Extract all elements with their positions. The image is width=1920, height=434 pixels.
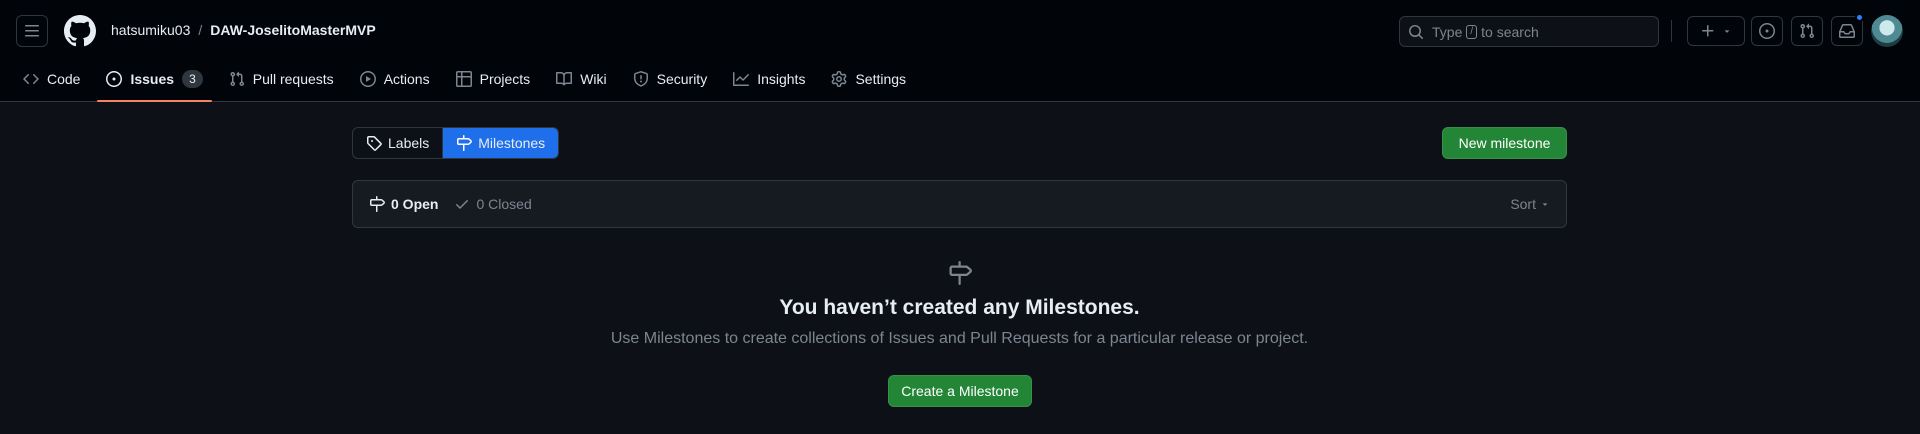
shield-icon [633,71,648,87]
closed-filter[interactable]: 0 Closed [454,196,532,212]
search-suffix: to search [1481,23,1539,40]
tab-security[interactable]: Security [624,62,717,96]
git-pull-request-icon [230,71,244,87]
tab-label: Code [47,71,81,87]
open-filter[interactable]: 0 Open [369,196,438,212]
plus-icon [1702,25,1714,37]
tab-projects[interactable]: Projects [447,62,540,96]
create-milestone-button[interactable]: Create a Milestone [888,375,1032,407]
header-divider [1671,20,1672,42]
avatar[interactable] [1871,15,1903,47]
blankslate-title: You haven’t created any Milestones. [779,296,1140,319]
milestones-box-header: 0 Open 0 Closed Sort [352,180,1567,228]
tab-pull-requests[interactable]: Pull requests [220,62,343,96]
notification-indicator [1855,13,1864,22]
triangle-down-icon [1724,30,1730,33]
git-pull-request-icon [1800,23,1815,39]
github-logo-icon[interactable] [64,15,96,47]
tab-label: Pull requests [252,71,334,87]
breadcrumb-separator: / [198,22,203,38]
graph-icon [733,72,750,86]
tab-label: Settings [855,71,907,87]
search-shortcut-key: / [1466,24,1478,39]
labels-label: Labels [388,135,430,151]
search-icon [1409,24,1424,39]
table-icon [455,71,472,87]
blankslate-description: Use Milestones to create collections of … [610,330,1309,347]
tab-label: Security [656,71,708,87]
sort-label: Sort [1510,196,1536,212]
open-count: 0 Open [391,196,439,212]
tab-settings[interactable]: Settings [822,62,915,96]
create-new-button[interactable] [1687,16,1745,46]
app-header: hatsumiku03 / DAW-JoselitoMasterMVP Type… [0,0,1920,102]
inbox-icon [1839,24,1855,38]
milestone-icon [370,196,385,212]
tab-label: Issues [130,71,175,87]
open-menu-button[interactable] [16,15,48,47]
labels-milestones-subnav: Labels Milestones [352,127,560,159]
tag-icon [367,136,382,151]
tab-code[interactable]: Code [14,62,89,96]
book-icon [556,71,573,86]
tab-issues[interactable]: Issues 3 [97,62,213,102]
pull-requests-button[interactable] [1791,16,1823,46]
tab-label: Actions [383,71,430,87]
tab-label: Projects [479,71,531,87]
tab-actions[interactable]: Actions [351,62,439,96]
check-icon [456,200,469,209]
closed-count: 0 Closed [476,196,532,212]
triangle-down-icon [1542,203,1548,206]
owner-link[interactable]: hatsumiku03 [111,22,190,38]
issue-opened-icon [1759,23,1775,39]
repo-tabs: Code Issues 3 Pull requests Actions Proj… [0,62,923,102]
sort-dropdown[interactable]: Sort [1510,196,1550,212]
breadcrumb: hatsumiku03 / DAW-JoselitoMasterMVP [111,22,376,38]
milestones-label: Milestones [478,135,546,151]
milestones-link[interactable]: Milestones [442,128,559,158]
repo-link[interactable]: DAW-JoselitoMasterMVP [210,22,375,38]
three-bars-icon [25,25,39,37]
issue-opened-icon [106,71,123,87]
issues-button[interactable] [1751,16,1783,46]
gear-icon [832,71,847,87]
tab-label: Insights [757,71,806,87]
labels-link[interactable]: Labels [353,128,442,158]
milestone-icon [948,261,972,285]
code-icon [23,73,39,85]
milestone-icon [457,135,473,151]
issues-count-badge: 3 [182,70,203,88]
search-input[interactable]: Type / to search [1399,16,1659,47]
tab-wiki[interactable]: Wiki [547,62,615,96]
play-icon [359,71,376,87]
tab-insights[interactable]: Insights [724,62,814,96]
tab-label: Wiki [580,71,607,87]
new-milestone-button[interactable]: New milestone [1442,127,1567,159]
search-prefix: Type [1432,23,1463,40]
